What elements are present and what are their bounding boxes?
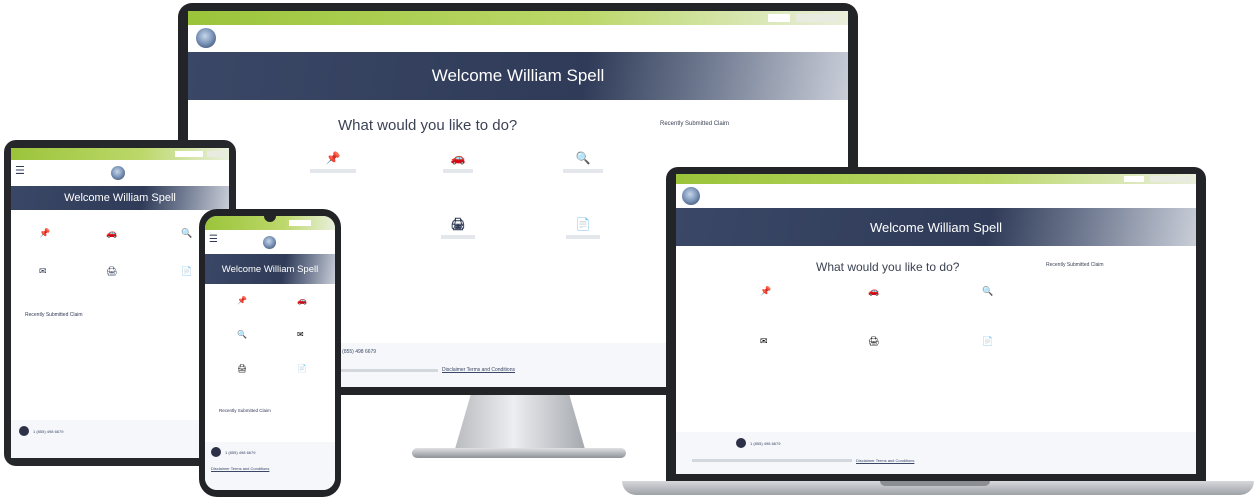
action-tile-search[interactable]: 🔍: [543, 151, 623, 173]
welcome-banner: Welcome William Spell: [11, 186, 229, 210]
envelope-icon[interactable]: ✉: [39, 266, 47, 277]
top-bar: [676, 174, 1196, 184]
car-icon[interactable]: 🚗: [868, 286, 879, 297]
prompt-heading: What would you like to do?: [338, 117, 518, 134]
print-icon[interactable]: 🖨: [868, 336, 879, 347]
print-icon: 🖨: [450, 217, 466, 231]
footer: 1 (855) 498 6679 Disclaimer Terms and Co…: [676, 432, 1196, 474]
search-icon[interactable]: 🔍: [982, 286, 993, 297]
top-bar: [188, 11, 848, 25]
tile-label: [566, 235, 600, 239]
laptop-lid-groove: [880, 481, 990, 486]
menu-icon[interactable]: ☰: [209, 234, 218, 245]
footer-logo-icon: [211, 447, 221, 457]
welcome-text: Welcome William Spell: [64, 192, 176, 204]
tablet-screen: ☰ Welcome William Spell 📌 🚗 🔍 ✉ 🖨 📄 Rece…: [11, 148, 229, 458]
welcome-banner: Welcome William Spell: [188, 52, 848, 100]
footer-phone[interactable]: 1 (855) 498 6679: [225, 450, 255, 455]
tile-label: [441, 235, 475, 239]
logo[interactable]: [111, 166, 125, 180]
footer-phone[interactable]: 1 (855) 498 6679: [338, 349, 376, 355]
document-icon: 📄: [575, 217, 591, 231]
footer: 1 (855) 498 6679 Disclaimer Terms and Co…: [205, 442, 335, 490]
recent-claims-heading: Recently Submitted Claim: [25, 312, 83, 318]
footer-phone[interactable]: 1 (855) 498 6679: [33, 429, 63, 434]
top-bar-account[interactable]: [207, 151, 225, 157]
recent-claims-heading: Recently Submitted Claim: [219, 408, 271, 413]
search-icon[interactable]: 🔍: [181, 228, 192, 239]
pin-icon[interactable]: 📌: [237, 296, 247, 305]
search-icon[interactable]: 🔍: [237, 330, 247, 339]
footer-links-row: Disclaimer Terms and Conditions: [211, 466, 269, 471]
footer-links-row: Disclaimer Terms and Conditions: [692, 458, 914, 463]
tile-label: [563, 169, 603, 173]
footer-logo-icon: [19, 426, 29, 436]
copyright-line: [338, 368, 438, 372]
pin-icon[interactable]: 📌: [39, 228, 50, 239]
envelope-icon[interactable]: ✉: [297, 330, 304, 339]
footer-phone-row: 1 (855) 498 6679: [736, 438, 780, 448]
top-bar: [11, 148, 229, 160]
footer-links-row: Disclaimer Terms and Conditions: [338, 367, 515, 373]
top-bar-search[interactable]: [768, 14, 790, 22]
pin-icon: 📌: [325, 151, 341, 165]
document-icon[interactable]: 📄: [982, 336, 993, 347]
action-tile-car[interactable]: 🚗: [418, 151, 498, 173]
footer-logo-icon: [736, 438, 746, 448]
top-bar-search[interactable]: [175, 151, 203, 157]
welcome-text: Welcome William Spell: [431, 66, 605, 85]
search-icon: 🔍: [575, 151, 591, 165]
tile-label: [443, 169, 473, 173]
tile-label: [310, 169, 356, 173]
pin-icon[interactable]: 📌: [760, 286, 771, 297]
welcome-text: Welcome William Spell: [221, 263, 319, 275]
document-icon[interactable]: 📄: [297, 364, 307, 373]
copyright-line: [692, 459, 852, 462]
recent-claims-heading: Recently Submitted Claim: [1046, 262, 1104, 268]
welcome-text: Welcome William Spell: [870, 219, 1002, 235]
document-icon[interactable]: 📄: [181, 266, 192, 277]
envelope-icon[interactable]: ✉: [760, 336, 768, 347]
action-tile-pin[interactable]: 📌: [293, 151, 373, 173]
top-bar-search[interactable]: [289, 220, 311, 226]
laptop-screen: Welcome William Spell What would you lik…: [676, 174, 1196, 474]
monitor-stand-neck: [455, 395, 585, 449]
monitor-stand-base: [412, 448, 626, 458]
footer-phone-row: 1 (855) 498 6679: [19, 426, 63, 436]
top-bar-account[interactable]: [1150, 176, 1190, 182]
car-icon[interactable]: 🚗: [297, 296, 307, 305]
header: [676, 184, 1196, 208]
top-bar-account[interactable]: [796, 14, 838, 22]
print-icon[interactable]: 🖨: [237, 364, 247, 373]
footer-phone-row: 1 (855) 498 6679: [338, 349, 376, 355]
action-tile-print[interactable]: 🖨: [418, 217, 498, 239]
footer-link[interactable]: Disclaimer Terms and Conditions: [856, 458, 914, 463]
logo[interactable]: [196, 28, 216, 48]
car-icon[interactable]: 🚗: [106, 228, 117, 239]
welcome-banner: Welcome William Spell: [676, 208, 1196, 246]
top-bar-search[interactable]: [1124, 176, 1144, 182]
print-icon[interactable]: 🖨: [106, 266, 117, 277]
recent-claims-heading: Recently Submitted Claim: [660, 121, 730, 127]
prompt-heading: What would you like to do?: [816, 260, 960, 274]
footer-phone-row: 1 (855) 498 6679: [211, 447, 255, 457]
welcome-banner: Welcome William Spell: [205, 254, 335, 284]
logo[interactable]: [263, 236, 276, 249]
logo[interactable]: [682, 187, 700, 205]
phone-screen: ☰ Welcome William Spell 📌 🚗 🔍 ✉ 🖨 📄 Rece…: [205, 216, 335, 490]
action-tile-document[interactable]: 📄: [543, 217, 623, 239]
car-icon: 🚗: [450, 151, 466, 165]
footer-link[interactable]: Disclaimer Terms and Conditions: [211, 466, 269, 471]
footer: 1 (855) 498 6679: [11, 420, 229, 458]
footer-phone[interactable]: 1 (855) 498 6679: [750, 441, 780, 446]
header: [188, 25, 848, 52]
menu-icon[interactable]: ☰: [15, 164, 25, 177]
footer-link[interactable]: Disclaimer Terms and Conditions: [442, 367, 515, 373]
